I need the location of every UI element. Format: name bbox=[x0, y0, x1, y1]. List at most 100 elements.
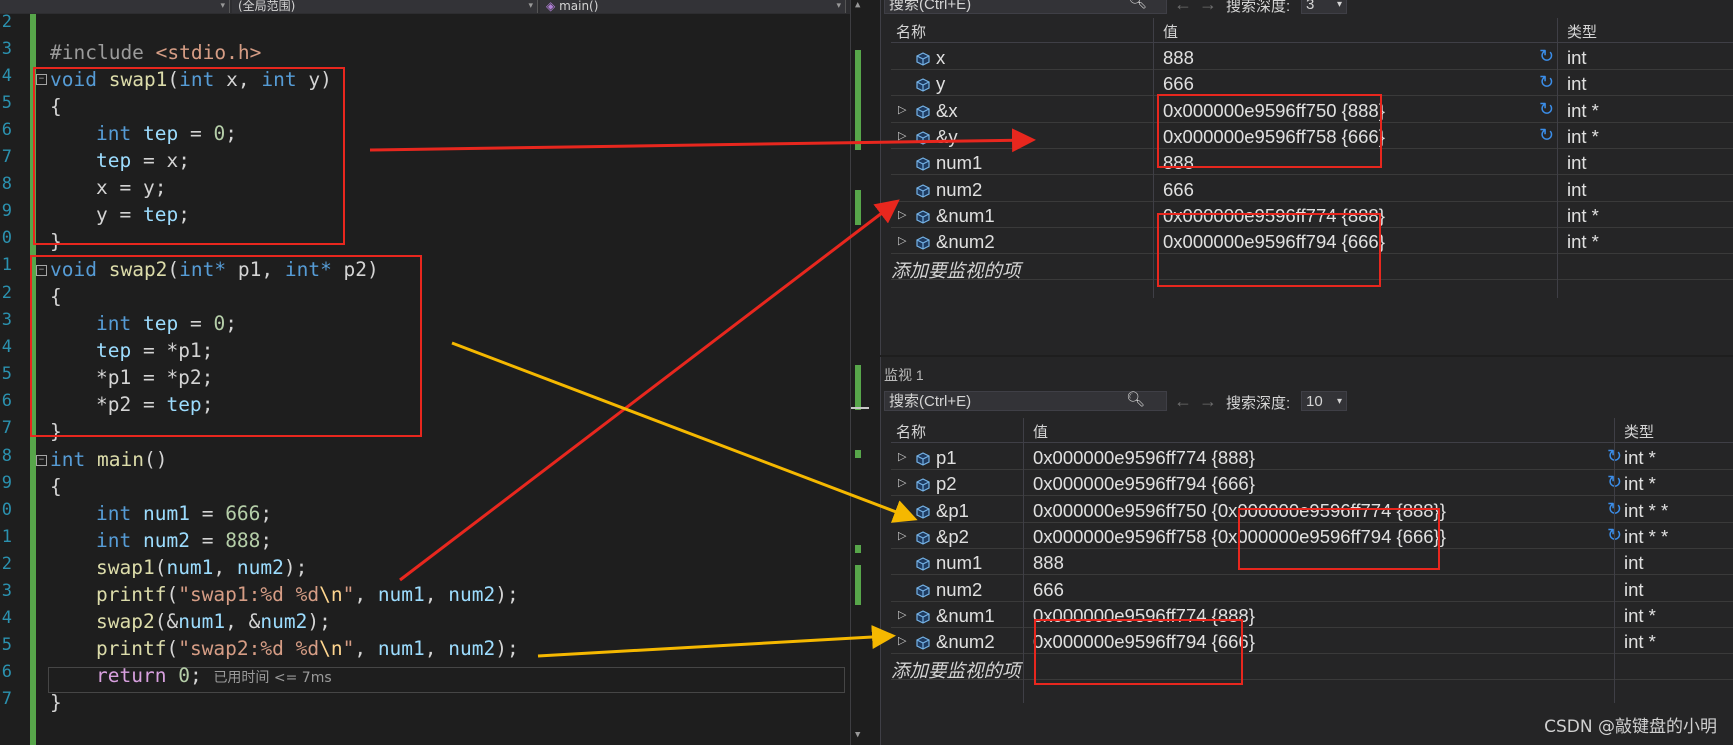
search-depth-dropdown[interactable]: 10 ▾ bbox=[1301, 391, 1347, 411]
expand-triangle-icon[interactable]: ▷ bbox=[898, 234, 906, 247]
column-separator[interactable] bbox=[1614, 418, 1615, 703]
annotation-box-num-addresses-bottom bbox=[1034, 619, 1243, 685]
variable-cube-icon bbox=[916, 154, 930, 171]
fold-toggle-main[interactable]: − bbox=[36, 455, 47, 466]
watch-row[interactable]: ▷p10x000000e9596ff774 {888}↻int * bbox=[891, 443, 1733, 470]
project-dropdown[interactable]: ▾ bbox=[0, 0, 230, 13]
search-forward-icon[interactable]: → bbox=[1199, 0, 1217, 15]
watch-bottom-search-input[interactable]: 搜索(Ctrl+E) bbox=[884, 391, 1167, 411]
expand-triangle-icon[interactable]: ▷ bbox=[898, 450, 906, 463]
expand-triangle-icon[interactable]: ▷ bbox=[898, 476, 906, 489]
watch-row-value[interactable]: 0x000000e9596ff774 {888} bbox=[1033, 447, 1255, 469]
expand-triangle-icon[interactable]: ▷ bbox=[898, 529, 906, 542]
expand-triangle-icon[interactable]: ▷ bbox=[898, 608, 906, 621]
change-marker bbox=[855, 50, 861, 150]
watch-row[interactable]: num2 666 int bbox=[891, 175, 1733, 202]
search-depth-dropdown[interactable]: 3 ▾ bbox=[1301, 0, 1347, 14]
watch-row-type: int bbox=[1567, 178, 1587, 200]
watch-row[interactable]: num2 666 int bbox=[891, 575, 1733, 602]
watch-row-value[interactable]: 666 bbox=[1163, 179, 1194, 201]
watch-top-search-input[interactable]: 搜索(Ctrl+E) bbox=[884, 0, 1167, 14]
annotation-box-swap2 bbox=[30, 255, 422, 437]
scope-dropdown[interactable]: (全局范围) ▾ bbox=[232, 0, 538, 13]
watch-row[interactable]: ▷ &num1 0x000000e9596ff774 {888} int * bbox=[891, 601, 1733, 628]
number: 888 bbox=[225, 529, 261, 552]
search-depth-value: 3 bbox=[1306, 0, 1315, 13]
watch-row-value[interactable]: 666 bbox=[1163, 73, 1194, 95]
search-icon[interactable]: 🔍︎ bbox=[1128, 0, 1147, 10]
watch-row-value[interactable]: 666 bbox=[1033, 579, 1064, 601]
elapsed-time-hint: 已用时间 <= 7ms bbox=[213, 670, 332, 686]
watch-panel-title: 监视 1 bbox=[884, 367, 924, 383]
add-watch-item-row[interactable]: 添加要监视的项 bbox=[891, 653, 1733, 681]
change-marker bbox=[855, 190, 861, 225]
column-separator[interactable] bbox=[1023, 418, 1024, 703]
number: 666 bbox=[225, 502, 261, 525]
scroll-position-marker bbox=[851, 407, 869, 409]
watch-row[interactable]: ▷p20x000000e9596ff794 {666}↻int * bbox=[891, 469, 1733, 497]
watch-row[interactable]: ▷ &num2 0x000000e9596ff794 {666} int * bbox=[891, 627, 1733, 655]
code-line-main-5: swap2(&num1, &num2); bbox=[96, 610, 331, 633]
column-separator[interactable] bbox=[1153, 18, 1154, 298]
column-header-name[interactable]: 名称 bbox=[896, 421, 926, 442]
line-number: 7 bbox=[1, 689, 12, 709]
watch-row-name: p2 bbox=[936, 473, 957, 495]
watch-row-name: &p1 bbox=[936, 499, 969, 521]
watch-row-type: int * * bbox=[1624, 525, 1669, 547]
expand-triangle-icon[interactable]: ▷ bbox=[898, 129, 906, 142]
column-header-value[interactable]: 值 bbox=[1163, 21, 1178, 42]
expand-triangle-icon[interactable]: ▷ bbox=[898, 634, 906, 647]
watch-row-type: int bbox=[1624, 552, 1644, 574]
member-dropdown[interactable]: ◈ main() ▾ bbox=[540, 0, 846, 13]
refresh-icon[interactable]: ↻ bbox=[1539, 99, 1554, 120]
annotation-box-pointer-values bbox=[1238, 508, 1440, 570]
code-line-main-2: int num2 = 888; bbox=[96, 529, 273, 552]
watch-row-name: &x bbox=[936, 99, 958, 121]
scroll-down-icon[interactable]: ▼ bbox=[855, 730, 860, 740]
watch-row-value[interactable]: 888 bbox=[1163, 47, 1194, 69]
column-header-name[interactable]: 名称 bbox=[896, 21, 926, 42]
function-call: swap2 bbox=[96, 610, 155, 633]
line-number: 8 bbox=[1, 446, 12, 466]
line-number: 6 bbox=[1, 391, 12, 411]
search-icon[interactable]: 🔍︎ bbox=[1126, 390, 1145, 408]
watch-row-value[interactable]: 0x000000e9596ff794 {666} bbox=[1033, 473, 1255, 495]
column-header-value[interactable]: 值 bbox=[1033, 421, 1048, 442]
annotation-box-xy-addresses bbox=[1157, 94, 1382, 168]
scroll-up-icon[interactable]: ▲ bbox=[855, 0, 860, 10]
watch-row[interactable]: x 888 ↻ int bbox=[891, 43, 1733, 70]
refresh-icon[interactable]: ↻ bbox=[1539, 125, 1554, 146]
column-header-type[interactable]: 类型 bbox=[1567, 21, 1597, 42]
column-separator[interactable] bbox=[1557, 18, 1558, 298]
watch-row-name: y bbox=[936, 73, 946, 95]
variable-cube-icon bbox=[916, 49, 930, 66]
line-number: 5 bbox=[1, 635, 12, 655]
variable-cube-icon bbox=[916, 233, 930, 250]
function-call: swap1 bbox=[96, 556, 155, 579]
refresh-icon[interactable]: ↻ bbox=[1539, 72, 1554, 93]
column-header-type[interactable]: 类型 bbox=[1624, 421, 1654, 442]
search-forward-icon[interactable]: → bbox=[1199, 391, 1217, 412]
editor-scrollbar[interactable]: ▲ ▼ bbox=[850, 0, 869, 745]
code-line-main-4: printf("swap1:%d %d\n", num1, num2); bbox=[96, 583, 519, 606]
string: "swap1:%d %d bbox=[178, 583, 320, 606]
variable-cube-icon bbox=[916, 633, 930, 650]
watch-row[interactable]: y 666 ↻ int bbox=[891, 69, 1733, 97]
refresh-icon[interactable]: ↻ bbox=[1539, 46, 1554, 67]
expand-triangle-icon[interactable]: ▷ bbox=[898, 503, 906, 516]
watch-row-name: x bbox=[936, 47, 946, 68]
chevron-down-icon: ▾ bbox=[1336, 0, 1342, 10]
watch-row-name: &num2 bbox=[936, 231, 995, 253]
search-back-icon[interactable]: ← bbox=[1174, 391, 1192, 412]
search-depth-value: 10 bbox=[1306, 393, 1323, 410]
expand-triangle-icon[interactable]: ▷ bbox=[898, 103, 906, 116]
member-label: main() bbox=[559, 0, 599, 13]
line-number: 5 bbox=[1, 364, 12, 384]
watch-row-value[interactable]: 888 bbox=[1033, 552, 1064, 574]
watch-bottom-header: 名称 值 类型 bbox=[891, 418, 1733, 443]
search-back-icon[interactable]: ← bbox=[1174, 0, 1192, 15]
expand-triangle-icon[interactable]: ▷ bbox=[898, 208, 906, 221]
line-number: 1 bbox=[1, 255, 12, 275]
watch-top-header: 名称 值 类型 bbox=[891, 18, 1733, 43]
line-number: 0 bbox=[1, 500, 12, 520]
